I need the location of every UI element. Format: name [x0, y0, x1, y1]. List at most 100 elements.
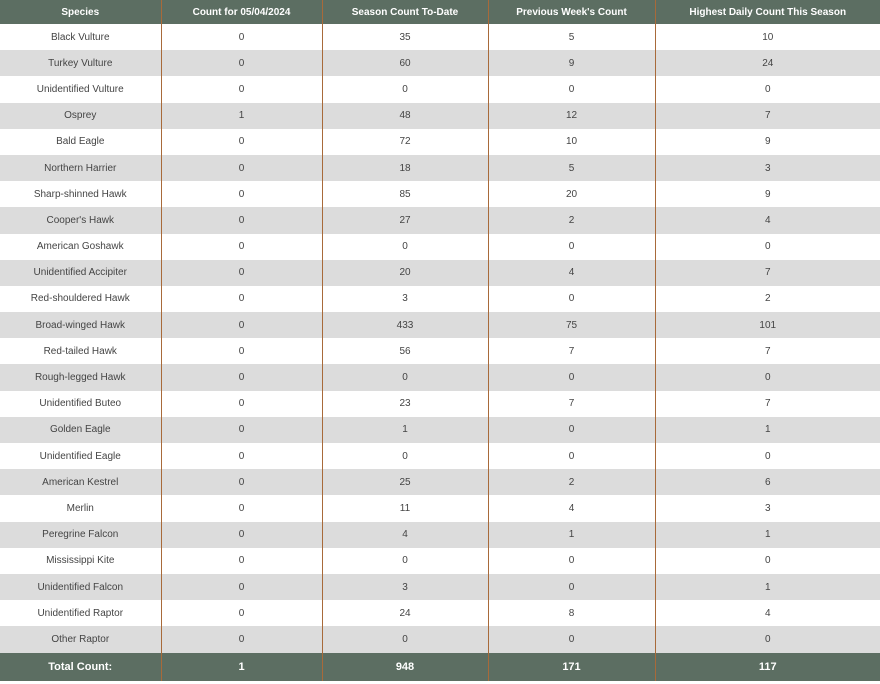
total-highest-daily: 117 — [654, 652, 880, 681]
highest-daily-cell: 4 — [654, 600, 880, 627]
table-row: Unidentified Eagle 0 0 0 0 — [0, 443, 880, 470]
season-count-cell: 35 — [321, 24, 488, 51]
table-row: Red-shouldered Hawk 0 3 0 2 — [0, 285, 880, 313]
season-count-cell: 0 — [321, 233, 488, 260]
highest-daily-cell: 3 — [654, 154, 880, 182]
previous-week-cell: 0 — [487, 443, 655, 470]
previous-week-cell: 8 — [487, 600, 655, 627]
species-cell: American Goshawk — [36, 241, 124, 253]
highest-daily-cell: 4 — [654, 207, 880, 234]
season-count-cell: 433 — [321, 312, 488, 339]
species-cell: Cooper's Hawk — [46, 214, 115, 226]
species-cell: Northern Harrier — [44, 162, 117, 174]
table-row: Northern Harrier 0 18 5 3 — [0, 154, 880, 182]
highest-daily-cell: 0 — [654, 443, 880, 470]
table-row: Broad-winged Hawk 0 433 75 101 — [0, 312, 880, 339]
season-count-cell: 85 — [321, 181, 488, 208]
species-cell: Peregrine Falcon — [42, 529, 119, 541]
previous-week-cell: 0 — [487, 285, 655, 313]
table-row: Unidentified Falcon 0 3 0 1 — [0, 573, 880, 601]
table-row: Other Raptor 0 0 0 0 — [0, 626, 880, 653]
count-today-cell: 0 — [160, 469, 322, 496]
table-row: Mississippi Kite 0 0 0 0 — [0, 547, 880, 574]
species-cell: Unidentified Vulture — [36, 83, 124, 95]
count-today-cell: 0 — [160, 24, 322, 51]
count-today-cell: 0 — [160, 547, 322, 574]
previous-week-cell: 7 — [487, 390, 655, 417]
previous-week-cell: 0 — [487, 416, 655, 443]
table-row: Unidentified Buteo 0 23 7 7 — [0, 390, 880, 417]
previous-week-cell: 0 — [487, 76, 655, 103]
table-row: Sharp-shinned Hawk 0 85 20 9 — [0, 181, 880, 208]
species-cell: Merlin — [66, 502, 94, 514]
highest-daily-cell: 0 — [654, 547, 880, 574]
previous-week-cell: 4 — [487, 259, 655, 286]
species-cell: Red-tailed Hawk — [43, 345, 117, 357]
highest-daily-cell: 9 — [654, 128, 880, 155]
species-cell: Black Vulture — [50, 31, 110, 43]
previous-week-cell: 4 — [487, 495, 655, 522]
previous-week-cell: 5 — [487, 154, 655, 182]
table-row: Osprey 1 48 12 7 — [0, 102, 880, 129]
count-today-cell: 0 — [160, 390, 322, 417]
table-header-row: Species Count for 05/04/2024 Season Coun… — [0, 0, 880, 24]
table-row: American Goshawk 0 0 0 0 — [0, 233, 880, 260]
previous-week-cell: 7 — [487, 338, 655, 365]
table-row: Rough-legged Hawk 0 0 0 0 — [0, 364, 880, 391]
highest-daily-cell: 1 — [654, 416, 880, 443]
raptor-count-table: Species Count for 05/04/2024 Season Coun… — [0, 0, 880, 681]
highest-daily-cell: 1 — [654, 521, 880, 548]
table-row: Peregrine Falcon 0 4 1 1 — [0, 521, 880, 548]
season-count-cell: 0 — [321, 443, 488, 470]
species-cell: Golden Eagle — [49, 424, 111, 436]
count-today-cell: 0 — [160, 233, 322, 260]
previous-week-cell: 2 — [487, 207, 655, 234]
count-today-cell: 0 — [160, 312, 322, 339]
table-row: Bald Eagle 0 72 10 9 — [0, 128, 880, 155]
species-cell: Rough-legged Hawk — [34, 372, 126, 384]
season-count-cell: 23 — [321, 390, 488, 417]
previous-week-cell: 5 — [487, 24, 655, 51]
highest-daily-cell: 101 — [654, 312, 880, 339]
count-today-cell: 0 — [160, 76, 322, 103]
total-count-today: 1 — [160, 652, 322, 681]
species-cell: Unidentified Buteo — [39, 398, 122, 410]
season-count-cell: 60 — [321, 50, 488, 77]
highest-daily-cell: 6 — [654, 469, 880, 496]
highest-daily-cell: 3 — [654, 495, 880, 522]
highest-daily-cell: 7 — [654, 102, 880, 129]
species-cell: Red-shouldered Hawk — [30, 293, 130, 305]
species-cell: Bald Eagle — [56, 136, 105, 148]
total-label: Total Count: — [48, 660, 113, 673]
species-cell: Sharp-shinned Hawk — [33, 188, 127, 200]
highest-daily-cell: 0 — [654, 233, 880, 260]
previous-week-cell: 0 — [487, 626, 655, 653]
season-count-cell: 1 — [321, 416, 488, 443]
season-count-cell: 0 — [321, 76, 488, 103]
season-count-cell: 48 — [321, 102, 488, 129]
table-row: Golden Eagle 0 1 0 1 — [0, 416, 880, 443]
previous-week-cell: 12 — [487, 102, 655, 129]
previous-week-cell: 0 — [487, 364, 655, 391]
header-count-today: Count for 05/04/2024 — [160, 0, 322, 24]
season-count-cell: 56 — [321, 338, 488, 365]
count-today-cell: 0 — [160, 128, 322, 155]
highest-daily-cell: 0 — [654, 76, 880, 103]
header-previous-week: Previous Week's Count — [487, 0, 655, 24]
table-body: Black Vulture 0 35 5 10 Turkey Vulture 0 60 9 24 U… — [0, 24, 880, 653]
season-count-cell: 24 — [321, 600, 488, 627]
table-row: Unidentified Raptor 0 24 8 4 — [0, 600, 880, 627]
table-row: American Kestrel 0 25 2 6 — [0, 469, 880, 496]
highest-daily-cell: 9 — [654, 181, 880, 208]
season-count-cell: 20 — [321, 259, 488, 286]
table-row: Turkey Vulture 0 60 9 24 — [0, 50, 880, 77]
previous-week-cell: 9 — [487, 50, 655, 77]
count-today-cell: 1 — [160, 102, 322, 129]
highest-daily-cell: 2 — [654, 285, 880, 313]
season-count-cell: 0 — [321, 547, 488, 574]
table-row: Unidentified Accipiter 0 20 4 7 — [0, 259, 880, 286]
species-cell: Unidentified Eagle — [39, 450, 121, 462]
highest-daily-cell: 1 — [654, 573, 880, 601]
count-today-cell: 0 — [160, 338, 322, 365]
previous-week-cell: 10 — [487, 128, 655, 155]
